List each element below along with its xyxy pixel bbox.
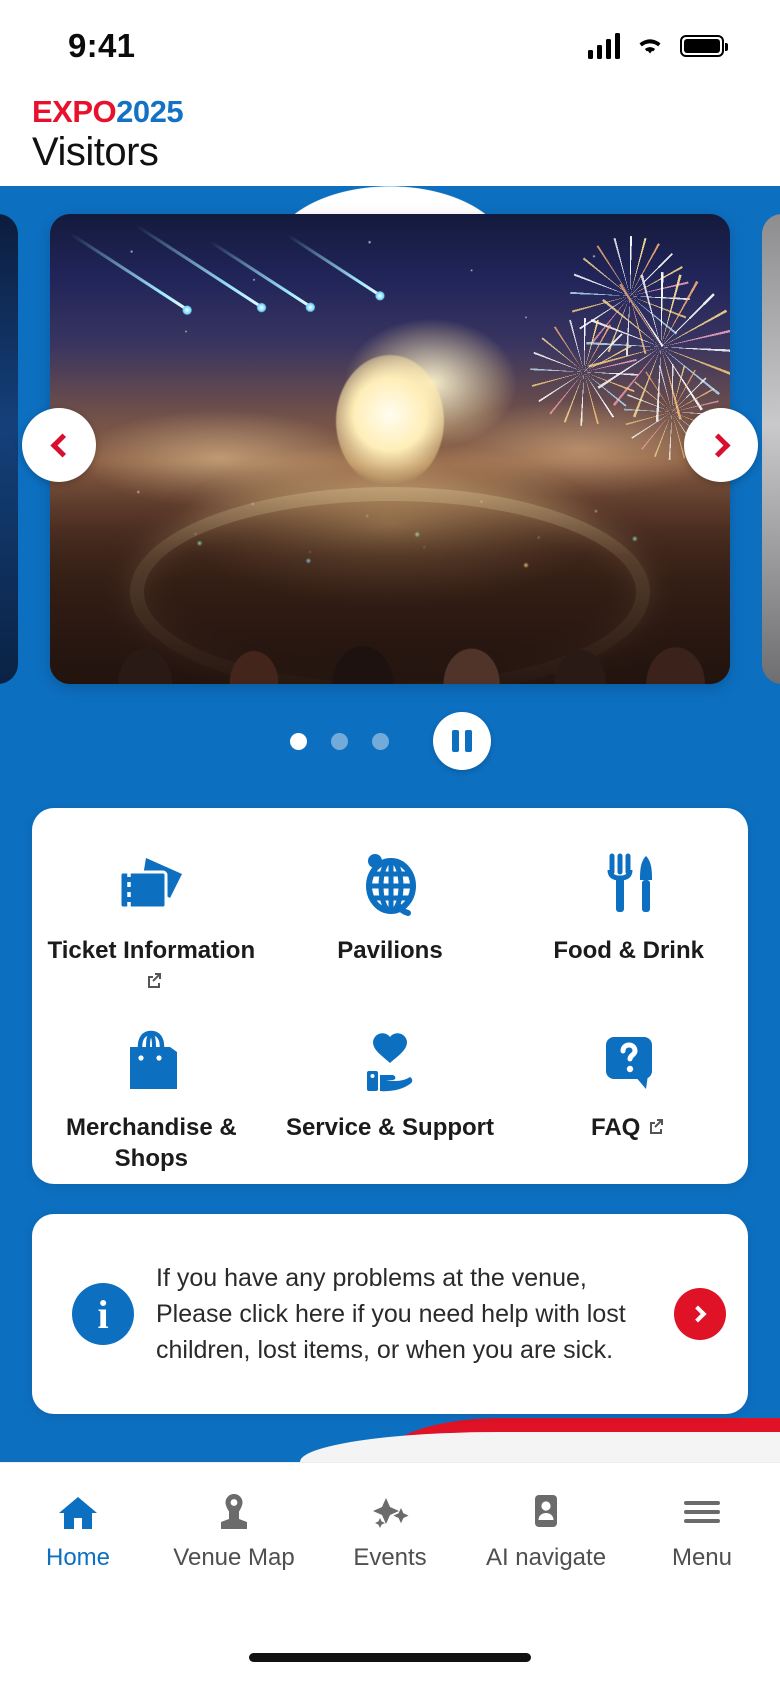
quick-links-grid: Ticket Information Pavilions Food & Drin… (32, 842, 748, 1175)
quick-link-label: Merchandise & Shops (65, 1114, 237, 1173)
shopping-bag-icon (112, 1019, 190, 1103)
bottom-tab-bar: Home Venue Map Events AI navigate Menu (0, 1462, 780, 1684)
carousel-slide-previous[interactable] (0, 214, 18, 684)
external-link-icon (650, 1119, 664, 1135)
carousel-dots (289, 732, 389, 750)
quick-link-label: Ticket Information (44, 936, 259, 997)
carousel-controls (0, 706, 780, 776)
help-info-text: If you have any problems at the venue, P… (156, 1264, 626, 1364)
tab-label: Menu (671, 1544, 733, 1571)
carousel-next-button[interactable] (684, 408, 758, 482)
tab-ai-navigate[interactable]: AI navigate (468, 1489, 624, 1572)
cellular-signal-icon (587, 33, 620, 59)
person-badge-icon (524, 1489, 568, 1535)
carousel-dot-3[interactable] (371, 732, 389, 750)
tab-label: Venue Map (173, 1544, 295, 1571)
tab-home[interactable]: Home (0, 1489, 156, 1572)
chevron-right-icon (689, 1305, 707, 1323)
map-pin-icon (212, 1489, 256, 1535)
ticket-icon (112, 842, 190, 926)
question-bubble-icon (590, 1019, 668, 1103)
page-title: Visitors (32, 130, 159, 174)
fireworks-star-icon (368, 1489, 412, 1535)
tab-menu[interactable]: Menu (624, 1489, 780, 1572)
quick-link-label: FAQ (591, 1113, 666, 1144)
quick-link-label: Service & Support (285, 1114, 495, 1142)
hamburger-menu-icon (680, 1489, 724, 1535)
info-icon: i (72, 1283, 134, 1345)
tab-events[interactable]: Events (312, 1489, 468, 1572)
tab-venue-map[interactable]: Venue Map (156, 1489, 312, 1572)
app-screen: 9:41 EXPO2025 Visitors Ticket Informatio… (0, 0, 780, 1684)
tab-label: AI navigate (485, 1544, 607, 1571)
chevron-left-icon (49, 432, 75, 458)
chevron-right-icon (705, 432, 731, 458)
quick-link-ticket-information[interactable]: Ticket Information (32, 842, 271, 997)
tab-label: Events (353, 1544, 427, 1571)
quick-link-label: Food & Drink (553, 937, 704, 964)
quick-link-faq[interactable]: FAQ (509, 1019, 748, 1174)
quick-links-card: Ticket Information Pavilions Food & Drin… (32, 808, 748, 1184)
globe-icon (351, 842, 429, 926)
carousel-pause-button[interactable] (432, 712, 491, 770)
tab-label: Home (45, 1544, 111, 1571)
home-icon (56, 1489, 100, 1535)
brand-wordmark: EXPO2025 (32, 94, 184, 129)
brand-year: 2025 (116, 94, 184, 129)
carousel-prev-button[interactable] (22, 408, 96, 482)
quick-link-label: Pavilions (337, 937, 443, 964)
app-logo: EXPO2025 Visitors (32, 94, 184, 174)
quick-link-pavilions[interactable]: Pavilions (271, 842, 510, 997)
carousel-slide-next[interactable] (762, 214, 780, 684)
external-link-icon (148, 972, 162, 988)
status-bar: 9:41 (0, 0, 780, 92)
quick-link-food-drink[interactable]: Food & Drink (509, 842, 748, 997)
wifi-icon (639, 39, 661, 54)
home-indicator (249, 1653, 531, 1662)
battery-icon (680, 35, 728, 57)
help-info-banner[interactable]: i If you have any problems at the venue,… (32, 1214, 748, 1414)
help-info-go-button[interactable] (674, 1288, 726, 1340)
status-time: 9:41 (68, 27, 136, 64)
carousel-slide-active[interactable] (50, 214, 730, 684)
carousel-dot-1[interactable] (289, 732, 307, 750)
hand-heart-icon (351, 1019, 429, 1103)
hero-carousel[interactable] (0, 200, 780, 690)
quick-link-service-support[interactable]: Service & Support (271, 1019, 510, 1174)
brand-expo: EXPO (32, 94, 117, 129)
status-icons (587, 33, 728, 59)
fork-knife-icon (590, 842, 668, 926)
carousel-dot-2[interactable] (330, 732, 348, 750)
quick-link-merchandise-shops[interactable]: Merchandise & Shops (32, 1019, 271, 1174)
